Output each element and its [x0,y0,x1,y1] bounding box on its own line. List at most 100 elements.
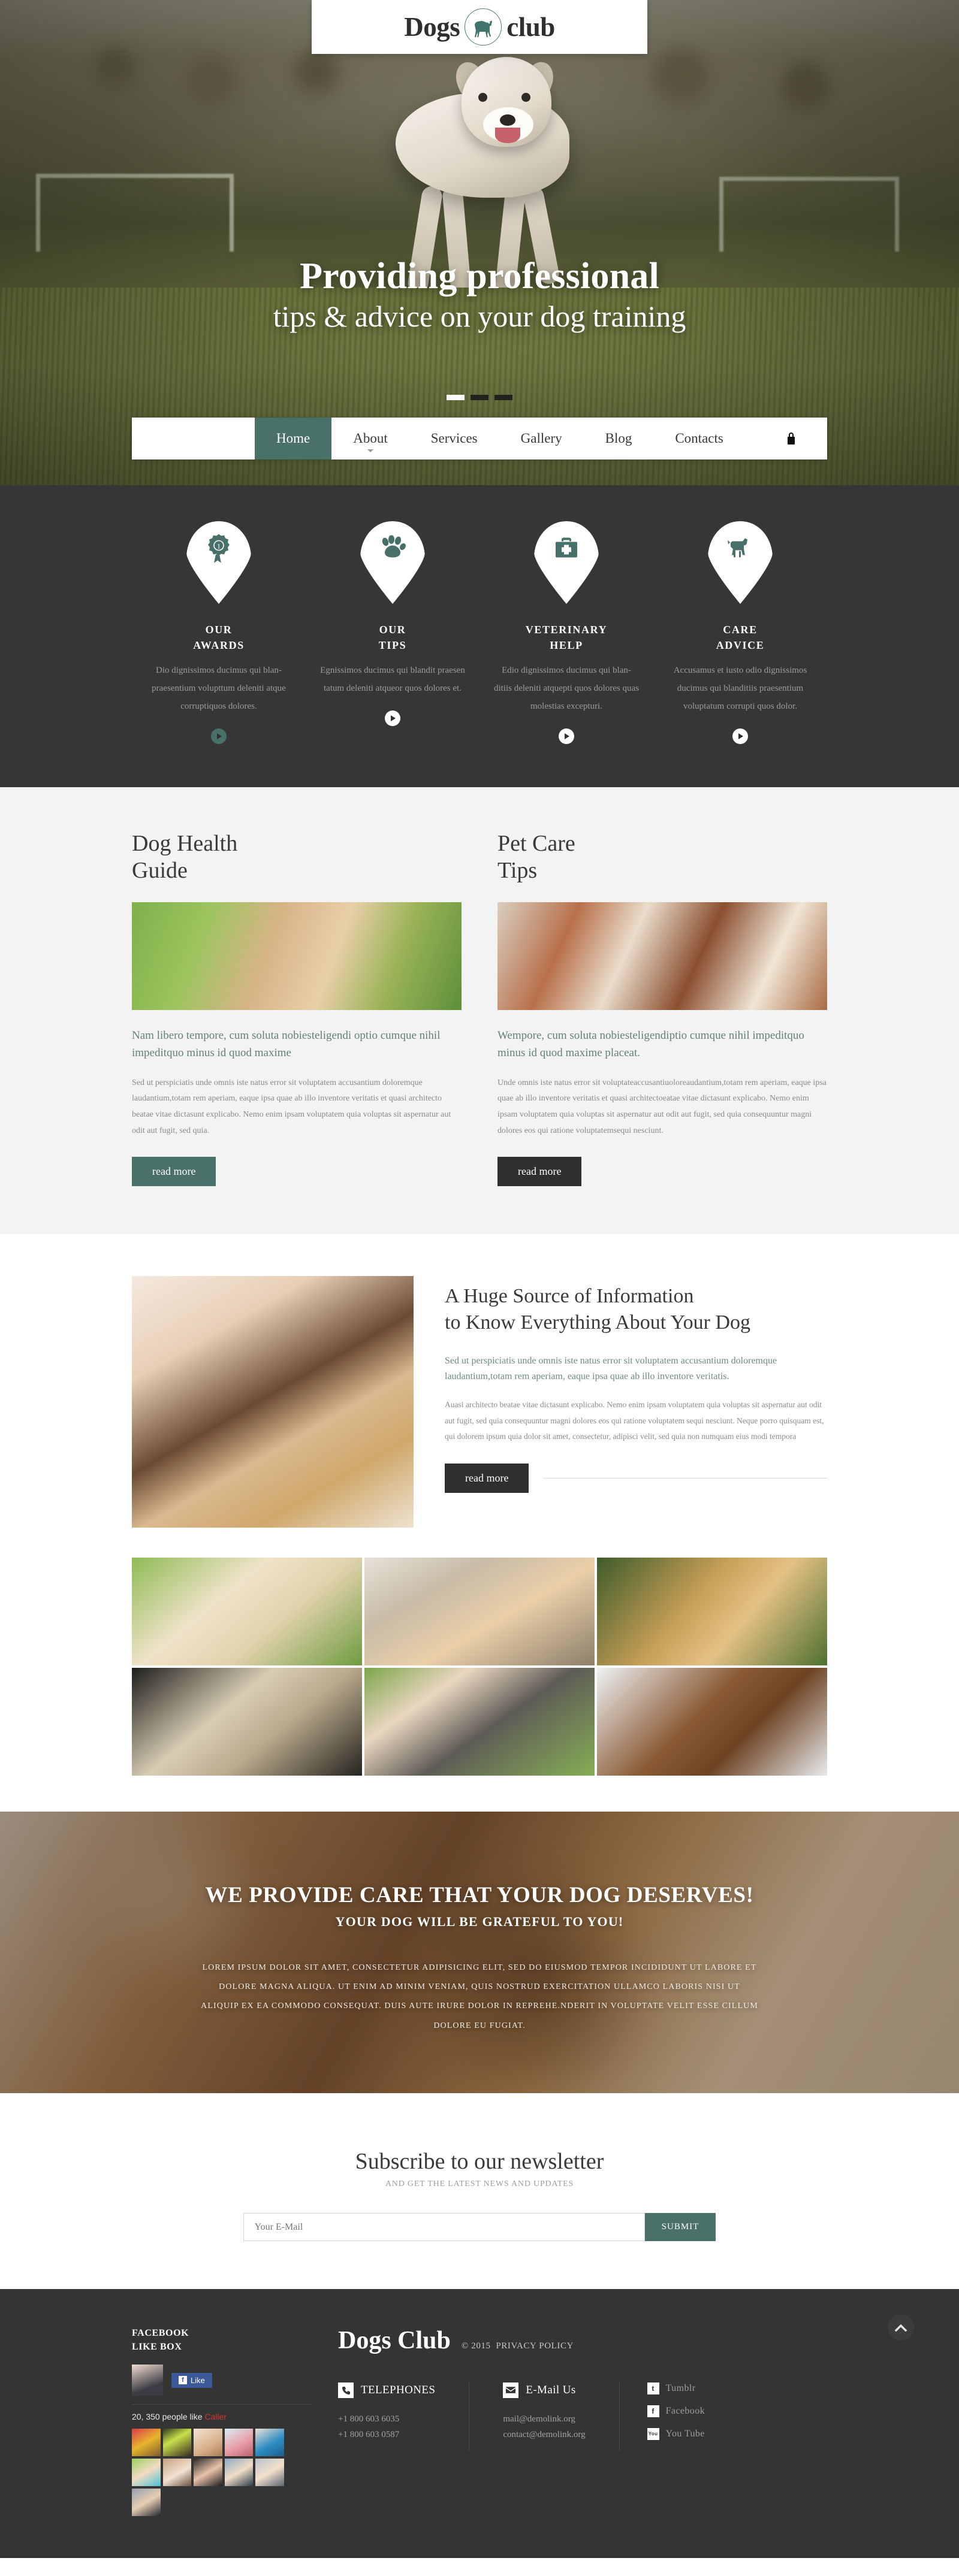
feature-text: Accusamus et iusto odio dignissimos duci… [673,666,807,712]
slider-pagination[interactable] [0,392,959,403]
facebook-box-title: FACEBOOK LIKE BOX [132,2328,189,2353]
cta-heading: WE PROVIDE CARE THAT YOUR DOG DESERVES! [205,1883,754,1908]
facebook-faces-grid [132,2429,284,2517]
article-lead: Nam libero tempore, cum soluta nobiestel… [132,1029,441,1060]
email-address[interactable]: contact@demolink.org [503,2427,585,2442]
features-section: 1 OUR AWARDS Dio dignissimos ducimus qui… [0,485,959,788]
lock-icon[interactable] [785,418,827,459]
avatar[interactable] [224,2429,254,2457]
gallery-item[interactable] [364,1558,595,1666]
avatar[interactable] [194,2429,222,2457]
main-navigation[interactable]: Home About Services Gallery Blog Contact… [132,418,827,459]
newsletter-title: Subscribe to our newsletter [355,2149,604,2175]
feature-text: Edio dignissimos ducimus qui blan- ditii… [493,666,640,712]
article-dog-health-guide: Dog Health Guide Nam libero tempore, cum… [132,830,462,1187]
nav-item-about[interactable]: About [331,418,409,459]
feature-title: VETERINARY HELP [525,624,608,652]
facebook-like-count: 20, 350 people like Caller [132,2412,227,2422]
read-more-button[interactable]: read more [497,1157,582,1187]
svg-text:1: 1 [217,542,221,551]
avatar[interactable] [224,2459,254,2487]
dog-icon [726,537,755,564]
email-title: E-Mail Us [526,2384,576,2397]
social-link-youtube[interactable]: You You Tube [647,2428,705,2441]
info-section: A Huge Source of Information to Know Eve… [0,1234,959,1552]
info-body-text: Auasi architecto beatae vitae dictasunt … [445,1400,824,1441]
facebook-like-button[interactable]: f Like [171,2372,212,2388]
social-link-tumblr[interactable]: t Tumblr [647,2383,705,2395]
nav-item-home[interactable]: Home [255,418,332,459]
info-heading: A Huge Source of Information to Know Eve… [445,1285,751,1334]
article-lead: Wempore, cum soluta nobiesteligendiptio … [497,1029,804,1060]
slider-dot-3[interactable] [494,395,512,400]
avatar[interactable] [194,2459,222,2487]
email-address[interactable]: mail@demolink.org [503,2411,585,2427]
pin-shape: 1 [186,521,251,604]
phone-icon [338,2383,354,2399]
nav-item-contacts[interactable]: Contacts [653,418,745,459]
avatar[interactable] [255,2429,284,2457]
pin-shape [360,521,425,604]
envelope-icon [503,2383,519,2399]
cta-text: LOREM IPSUM DOLOR SIT AMET, CONSECTETUR … [201,1963,758,2030]
newsletter-email-input[interactable] [243,2213,645,2242]
article-heading: Dog Health Guide [132,831,238,884]
feature-title: OUR TIPS [378,624,407,652]
info-image [132,1276,414,1528]
gallery-item[interactable] [132,1558,362,1666]
site-footer: FACEBOOK LIKE BOX f Like 20, 350 people … [0,2289,959,2559]
newsletter-submit-button[interactable]: SUBMIT [644,2213,716,2242]
phone-number[interactable]: +1 800 603 0587 [338,2427,435,2442]
avatar[interactable] [162,2429,192,2457]
pin-shape [708,521,773,604]
gallery-grid [132,1558,827,1776]
avatar[interactable] [162,2459,192,2487]
slider-dot-2[interactable] [471,395,488,400]
avatar[interactable] [132,2459,161,2487]
avatar[interactable] [132,2489,161,2517]
nav-item-gallery[interactable]: Gallery [499,418,584,459]
email-addresses: mail@demolink.org contact@demolink.org [503,2411,585,2443]
feature-play-button[interactable] [211,728,227,745]
phone-number[interactable]: +1 800 603 6035 [338,2411,435,2427]
paw-print-icon [379,536,406,565]
like-label: Like [191,2375,205,2385]
newsletter-subtitle: AND GET THE LATEST NEWS AND UPDATES [385,2179,574,2189]
article-body: Sed ut perspiciatis unde omnis iste natu… [132,1078,451,1135]
slider-dot-1[interactable] [447,395,465,400]
feature-card-veterinary: VETERINARY HELP Edio dignissimos ducimus… [480,521,653,745]
social-link-facebook[interactable]: f Facebook [647,2405,705,2418]
site-logo[interactable]: Dogs club [312,0,647,54]
info-read-more-button[interactable]: read more [445,1464,529,1493]
info-lead: Sed ut perspiciatis unde omnis iste natu… [445,1356,777,1381]
facebook-icon: f [179,2376,187,2385]
chevron-down-icon [367,449,373,452]
gallery-item[interactable] [597,1558,827,1666]
privacy-policy-link[interactable]: PRIVACY POLICY [496,2341,574,2351]
medical-bag-icon [553,536,580,564]
gallery-section [0,1552,959,1812]
facebook-page-link[interactable]: Caller [204,2412,227,2421]
feature-play-button[interactable] [559,728,574,745]
avatar[interactable] [132,2429,161,2457]
article-heading: Pet Care Tips [497,831,575,884]
features-grid: 1 OUR AWARDS Dio dignissimos ducimus qui… [132,521,827,745]
gallery-item[interactable] [597,1668,827,1776]
feature-card-care: CARE ADVICE Accusamus et iusto odio dign… [653,521,827,745]
youtube-icon: You [647,2428,659,2441]
gallery-item[interactable] [364,1668,595,1776]
feature-play-button[interactable] [385,710,400,727]
articles-section: Dog Health Guide Nam libero tempore, cum… [0,787,959,1235]
newsletter-section: Subscribe to our newsletter AND GET THE … [0,2093,959,2290]
nav-item-services[interactable]: Services [409,418,499,459]
feature-text: Egnissimos ducimus qui blandit praesen t… [320,666,465,694]
nav-item-blog[interactable]: Blog [584,418,654,459]
telephone-numbers: +1 800 603 6035 +1 800 603 0587 [338,2411,435,2443]
hero-title: Providing professional [300,256,659,297]
avatar[interactable] [255,2459,284,2487]
gallery-item[interactable] [132,1668,362,1776]
back-to-top-button[interactable] [888,2314,914,2341]
feature-play-button[interactable] [732,728,748,745]
feature-title: OUR AWARDS [193,624,245,652]
read-more-button[interactable]: read more [132,1157,216,1187]
